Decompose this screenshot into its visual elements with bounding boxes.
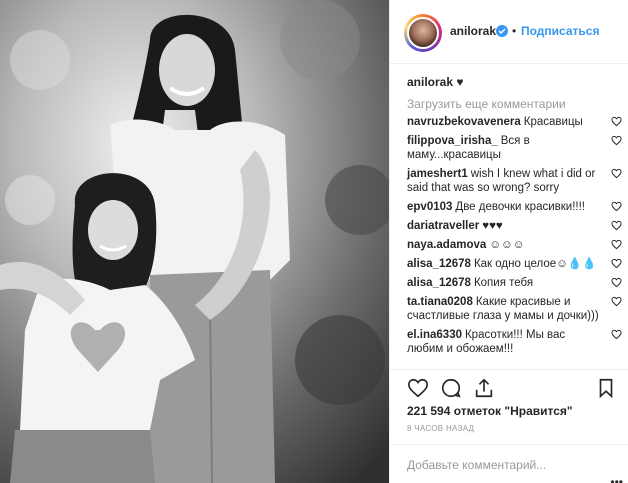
comment-text: ☺☺☺	[489, 239, 525, 251]
comment-text: Две девочки красивки!!!!	[455, 201, 585, 213]
comment-item: jameshert1 wish I knew what i did or said…	[407, 167, 622, 195]
post-header: anilorak • Подписаться	[390, 0, 628, 64]
post-photo[interactable]	[0, 0, 389, 483]
comment-item: epv0103 Две девочки красивки!!!!	[407, 200, 622, 214]
comment-item: el.ina6330 Красотки!!! Мы вас любим и обо…	[407, 328, 622, 356]
add-comment-input[interactable]	[407, 456, 607, 474]
comment-username[interactable]: jameshert1	[407, 168, 468, 180]
caption-text: ♥	[456, 75, 464, 89]
photo-black-and-white-mother-daughter	[0, 0, 389, 483]
comment-text: Копия тебя	[473, 277, 534, 289]
comment-text: Красавицы	[523, 116, 583, 128]
more-options-icon[interactable]: •••	[610, 475, 623, 483]
comment-username[interactable]: filippova_irisha_	[407, 135, 498, 147]
comments-list[interactable]: anilorak ♥ Загрузить еще комментарии nav…	[390, 64, 628, 369]
comment-item: naya.adamova ☺☺☺	[407, 238, 622, 252]
comment-like-icon[interactable]	[611, 116, 622, 127]
comment-like-icon[interactable]	[611, 239, 622, 250]
comment-item: alisa_12678 Как одно целое☺💧💧	[407, 257, 622, 271]
post-timestamp[interactable]: 8 ЧАСОВ НАЗАД	[407, 424, 474, 433]
comment-username[interactable]: alisa_12678	[407, 277, 471, 289]
comment-like-icon[interactable]	[611, 277, 622, 288]
add-comment-bar: •••	[390, 444, 628, 483]
comment-like-icon[interactable]	[611, 296, 622, 307]
comment-username[interactable]: naya.adamova	[407, 239, 486, 251]
verified-badge-icon	[496, 25, 508, 37]
comment-username[interactable]: dariatraveller	[407, 220, 479, 232]
comment-item: dariatraveller ♥♥♥	[407, 219, 622, 233]
heart-outline-icon[interactable]	[407, 377, 429, 399]
comment-like-icon[interactable]	[611, 329, 622, 340]
likes-count[interactable]: 221 594 отметок "Нравится"	[407, 404, 573, 418]
bookmark-icon[interactable]	[595, 377, 617, 399]
comment-item: navruzbekovavenera Красавицы	[407, 115, 622, 129]
separator-dot: •	[512, 24, 517, 38]
comment-text: ♥♥♥	[482, 220, 503, 232]
comment-username[interactable]: alisa_12678	[407, 258, 471, 270]
caption-username[interactable]: anilorak	[407, 75, 453, 89]
comment-item: filippova_irisha_ Вся в маму...красавицы	[407, 134, 622, 162]
instagram-post: anilorak • Подписаться anilorak ♥ Загруз…	[0, 0, 628, 483]
comment-like-icon[interactable]	[611, 168, 622, 179]
share-arrow-icon[interactable]	[473, 377, 495, 399]
comment-username[interactable]: navruzbekovavenera	[407, 116, 521, 128]
comment-username[interactable]: el.ina6330	[407, 329, 462, 341]
avatar[interactable]	[407, 17, 439, 49]
load-more-comments-link[interactable]: Загрузить еще комментарии	[407, 96, 628, 112]
post-caption: anilorak ♥	[407, 74, 628, 90]
follow-button[interactable]: Подписаться	[521, 24, 599, 38]
comment-like-icon[interactable]	[611, 201, 622, 212]
speech-bubble-icon[interactable]	[440, 377, 462, 399]
comment-like-icon[interactable]	[611, 258, 622, 269]
story-ring[interactable]	[404, 14, 442, 52]
comment-item: alisa_12678 Копия тебя	[407, 276, 622, 290]
comment-like-icon[interactable]	[611, 135, 622, 146]
comment-text: Как одно целое☺💧💧	[473, 258, 597, 270]
post-side-panel: anilorak • Подписаться anilorak ♥ Загруз…	[389, 0, 628, 483]
action-bar	[390, 369, 628, 403]
header-username[interactable]: anilorak	[450, 24, 496, 38]
comment-item: ta.tiana0208 Какие красивые и счастливые …	[407, 295, 622, 323]
comment-like-icon[interactable]	[611, 220, 622, 231]
comment-username[interactable]: ta.tiana0208	[407, 296, 473, 308]
comment-username[interactable]: epv0103	[407, 201, 452, 213]
